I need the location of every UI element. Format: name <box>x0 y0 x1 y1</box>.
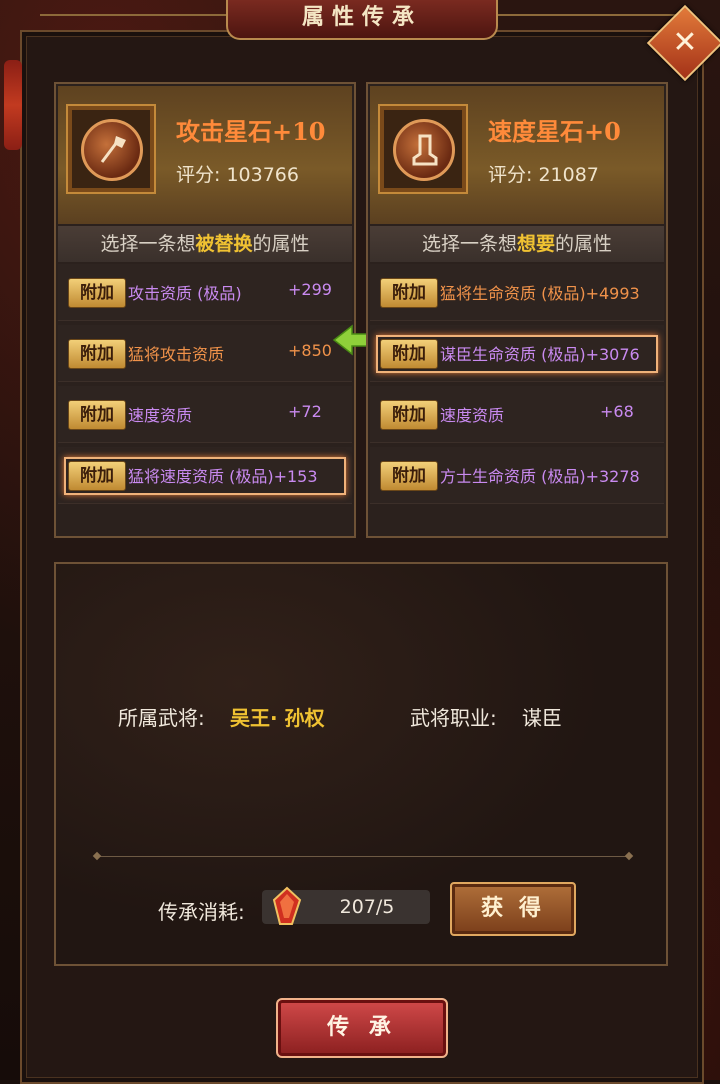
cost-display: 207/5 <box>262 886 430 925</box>
attribute-name: 攻击资质 (极品) <box>128 284 242 303</box>
attribute-tag: 附加 <box>380 461 438 491</box>
boot-icon <box>393 119 455 181</box>
cost-value: 207/5 <box>339 896 395 918</box>
source-item-score: 评分: 103766 <box>176 164 299 186</box>
attribute-name: 猛将速度资质 (极品)+153 <box>128 467 318 486</box>
gem-icon <box>272 886 302 925</box>
lantern-decoration <box>4 60 22 150</box>
axe-icon <box>81 119 143 181</box>
source-item-slot[interactable] <box>66 104 156 194</box>
attribute-value: +68 <box>600 402 634 421</box>
inherit-button[interactable]: 传 承 <box>276 998 448 1058</box>
source-attribute-row[interactable]: 附加 猛将攻击资质 +850 <box>58 325 352 382</box>
attribute-tag: 附加 <box>68 400 126 430</box>
dialog-title: 属性传承 <box>226 0 498 40</box>
title-ornament-right <box>490 14 680 26</box>
target-attribute-row[interactable]: 附加 方士生命资质 (极品)+3278 <box>370 447 664 504</box>
attribute-name: 方士生命资质 (极品)+3278 <box>440 467 640 486</box>
attribute-name: 猛将攻击资质 <box>128 345 225 364</box>
attribute-name: 速度资质 <box>440 406 505 425</box>
target-attribute-row-selected[interactable]: 附加 谋臣生命资质 (极品)+3076 <box>370 325 664 382</box>
title-ornament-left <box>40 14 230 26</box>
general-value: 吴王· 孙权 <box>230 706 325 730</box>
target-item-panel: 速度星石+0 评分: 21087 选择一条想想要的属性 附加 猛将生命资质 (极… <box>366 82 668 538</box>
attribute-name: 谋臣生命资质 (极品)+3076 <box>440 345 640 364</box>
attribute-name: 速度资质 <box>128 406 193 425</box>
source-item-panel: 攻击星石+10 评分: 103766 选择一条想被替换的属性 附加 攻击资质 (… <box>54 82 356 538</box>
attribute-tag: 附加 <box>68 278 126 308</box>
attribute-tag: 附加 <box>380 400 438 430</box>
target-attribute-row[interactable]: 附加 速度资质 +68 <box>370 386 664 443</box>
attribute-value: +299 <box>288 280 332 299</box>
inheritance-info-panel: 所属武将: 吴王· 孙权 武将职业: 谋臣 传承消耗: 207/5 获 得 <box>54 562 668 966</box>
attribute-value: +72 <box>288 402 322 421</box>
profession-label: 武将职业: <box>410 706 497 730</box>
target-item-slot[interactable] <box>378 104 468 194</box>
cost-label: 传承消耗: <box>158 900 245 924</box>
attribute-tag: 附加 <box>380 339 438 369</box>
profession-value: 谋臣 <box>522 706 562 730</box>
get-button[interactable]: 获 得 <box>450 882 576 936</box>
source-attribute-list: 附加 攻击资质 (极品) +299 附加 猛将攻击资质 +850 附加 速度资质… <box>58 264 352 508</box>
close-icon: ✕ <box>672 25 698 60</box>
target-prompt: 选择一条想想要的属性 <box>370 226 664 262</box>
general-label: 所属武将: <box>118 706 205 730</box>
target-item-score: 评分: 21087 <box>488 164 599 186</box>
source-attribute-row[interactable]: 附加 速度资质 +72 <box>58 386 352 443</box>
target-attribute-row[interactable]: 附加 猛将生命资质 (极品)+4993 <box>370 264 664 321</box>
source-item-header: 攻击星石+10 评分: 103766 <box>58 86 352 224</box>
divider <box>100 856 626 857</box>
source-item-name: 攻击星石+10 <box>176 117 326 146</box>
target-item-header: 速度星石+0 评分: 21087 <box>370 86 664 224</box>
attribute-tag: 附加 <box>68 461 126 491</box>
source-prompt: 选择一条想被替换的属性 <box>58 226 352 262</box>
target-attribute-list: 附加 猛将生命资质 (极品)+4993 附加 谋臣生命资质 (极品)+3076 … <box>370 264 664 508</box>
attribute-tag: 附加 <box>380 278 438 308</box>
source-attribute-row-selected[interactable]: 附加 猛将速度资质 (极品)+153 <box>58 447 352 504</box>
source-attribute-row[interactable]: 附加 攻击资质 (极品) +299 <box>58 264 352 321</box>
target-item-name: 速度星石+0 <box>488 117 621 146</box>
attribute-tag: 附加 <box>68 339 126 369</box>
attribute-name: 猛将生命资质 (极品)+4993 <box>440 284 640 303</box>
attribute-value: +850 <box>288 341 332 360</box>
